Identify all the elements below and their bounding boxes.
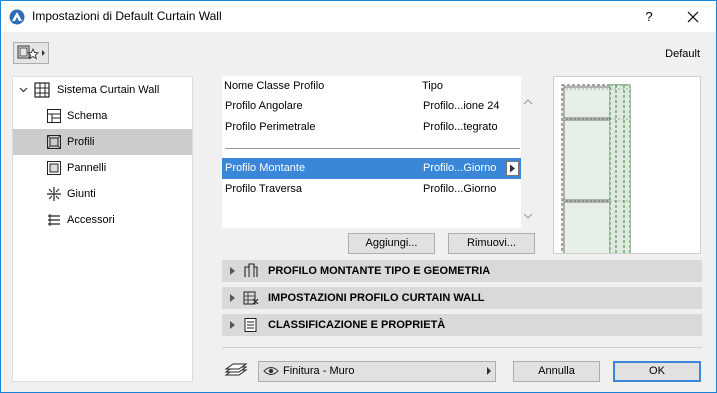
chevron-right-icon [230,321,235,329]
row-name: Profilo Montante [225,162,306,174]
list-row-profilo-montante[interactable]: Profilo Montante Profilo...Giorno [222,158,521,179]
row-name: Profilo Angolare [225,100,303,112]
window-title: Impostazioni di Default Curtain Wall [32,9,222,23]
list-row-profilo-angolare[interactable]: Profilo Angolare Profilo...ione 24 [222,96,521,117]
curtain-wall-icon [34,82,50,98]
curtain-wall-preview-drawing [561,84,631,263]
section-curtain-wall-settings[interactable]: IMPOSTAZIONI PROFILO CURTAIN WALL [222,287,702,309]
section-classification[interactable]: CLASSIFICAZIONE E PROPRIETÀ [222,314,702,336]
chevron-right-icon [230,294,235,302]
cancel-button[interactable]: Annulla [513,361,600,382]
curtain-wall-settings-icon [243,291,259,305]
list-row-profilo-traversa[interactable]: Profilo Traversa Profilo...Giorno [222,179,521,200]
footer-divider [222,347,702,348]
section-label: PROFILO MONTANTE TIPO E GEOMETRIA [268,265,491,277]
layer-value: Finitura - Muro [283,365,355,377]
layer-icon [224,363,248,376]
tree-item-profili[interactable]: Profili [13,129,192,155]
profile-class-list: Nome Classe Profilo Tipo Profilo Angolar… [222,76,521,228]
row-name: Profilo Traversa [225,183,303,195]
classification-icon [244,318,257,332]
tree-item-accessori[interactable]: Accessori [13,207,192,233]
close-button[interactable] [671,1,715,32]
chevron-down-icon[interactable] [19,86,28,94]
row-type: Profilo...tegrato [423,121,498,133]
list-header: Nome Classe Profilo Tipo [222,76,521,96]
accessory-icon [48,214,60,226]
chevron-right-icon [487,367,491,375]
default-label: Default [665,48,700,60]
chevron-right-icon [230,267,235,275]
favorites-icon [17,45,45,60]
tree-item-schema[interactable]: Schema [13,103,192,129]
add-button[interactable]: Aggiungi... [348,233,435,254]
list-separator [225,148,520,149]
profile-preview [553,76,701,263]
schema-icon [47,109,61,123]
section-label: CLASSIFICAZIONE E PROPRIETÀ [268,319,446,331]
column-header-name[interactable]: Nome Classe Profilo [224,76,324,96]
dialog-window: Impostazioni di Default Curtain Wall ? D… [0,0,717,393]
layer-dropdown[interactable]: Finitura - Muro [258,361,496,382]
title-bar: Impostazioni di Default Curtain Wall ? [1,1,716,32]
tree-item-label: Accessori [67,214,115,226]
row-type: Profilo...Giorno [423,162,497,174]
panel-icon [47,161,61,175]
type-popup-button[interactable] [506,161,519,176]
row-type: Profilo...Giorno [423,183,497,195]
tree-item-pannelli[interactable]: Pannelli [13,155,192,181]
scroll-down-icon[interactable] [523,211,533,221]
settings-tree: Sistema Curtain Wall Schema Profili Pann… [12,76,193,382]
ok-button[interactable]: OK [613,361,701,382]
joint-icon [47,187,61,201]
row-name: Profilo Perimetrale [225,121,316,133]
list-row-profilo-perimetrale[interactable]: Profilo Perimetrale Profilo...tegrato [222,117,521,138]
remove-button[interactable]: Rimuovi... [448,233,535,254]
tree-item-label: Profili [67,136,95,148]
tree-item-label: Schema [67,110,108,122]
tree-root-curtain-wall[interactable]: Sistema Curtain Wall [13,77,192,103]
archicad-icon [9,9,25,25]
section-label: IMPOSTAZIONI PROFILO CURTAIN WALL [268,292,485,304]
tree-item-giunti[interactable]: Giunti [13,181,192,207]
favorites-button[interactable] [13,42,49,64]
column-header-type[interactable]: Tipo [422,76,443,96]
profile-icon [47,135,61,149]
tree-root-label: Sistema Curtain Wall [57,84,160,96]
section-profile-geometry[interactable]: PROFILO MONTANTE TIPO E GEOMETRIA [222,260,702,282]
help-button[interactable]: ? [627,4,671,30]
eye-icon [263,367,279,375]
scroll-up-icon[interactable] [523,97,533,107]
profile-geometry-icon [244,263,258,277]
row-type: Profilo...ione 24 [423,100,500,112]
close-icon [687,11,699,23]
tree-item-label: Pannelli [67,162,107,174]
tree-item-label: Giunti [67,188,96,200]
chevron-right-icon [510,164,515,173]
